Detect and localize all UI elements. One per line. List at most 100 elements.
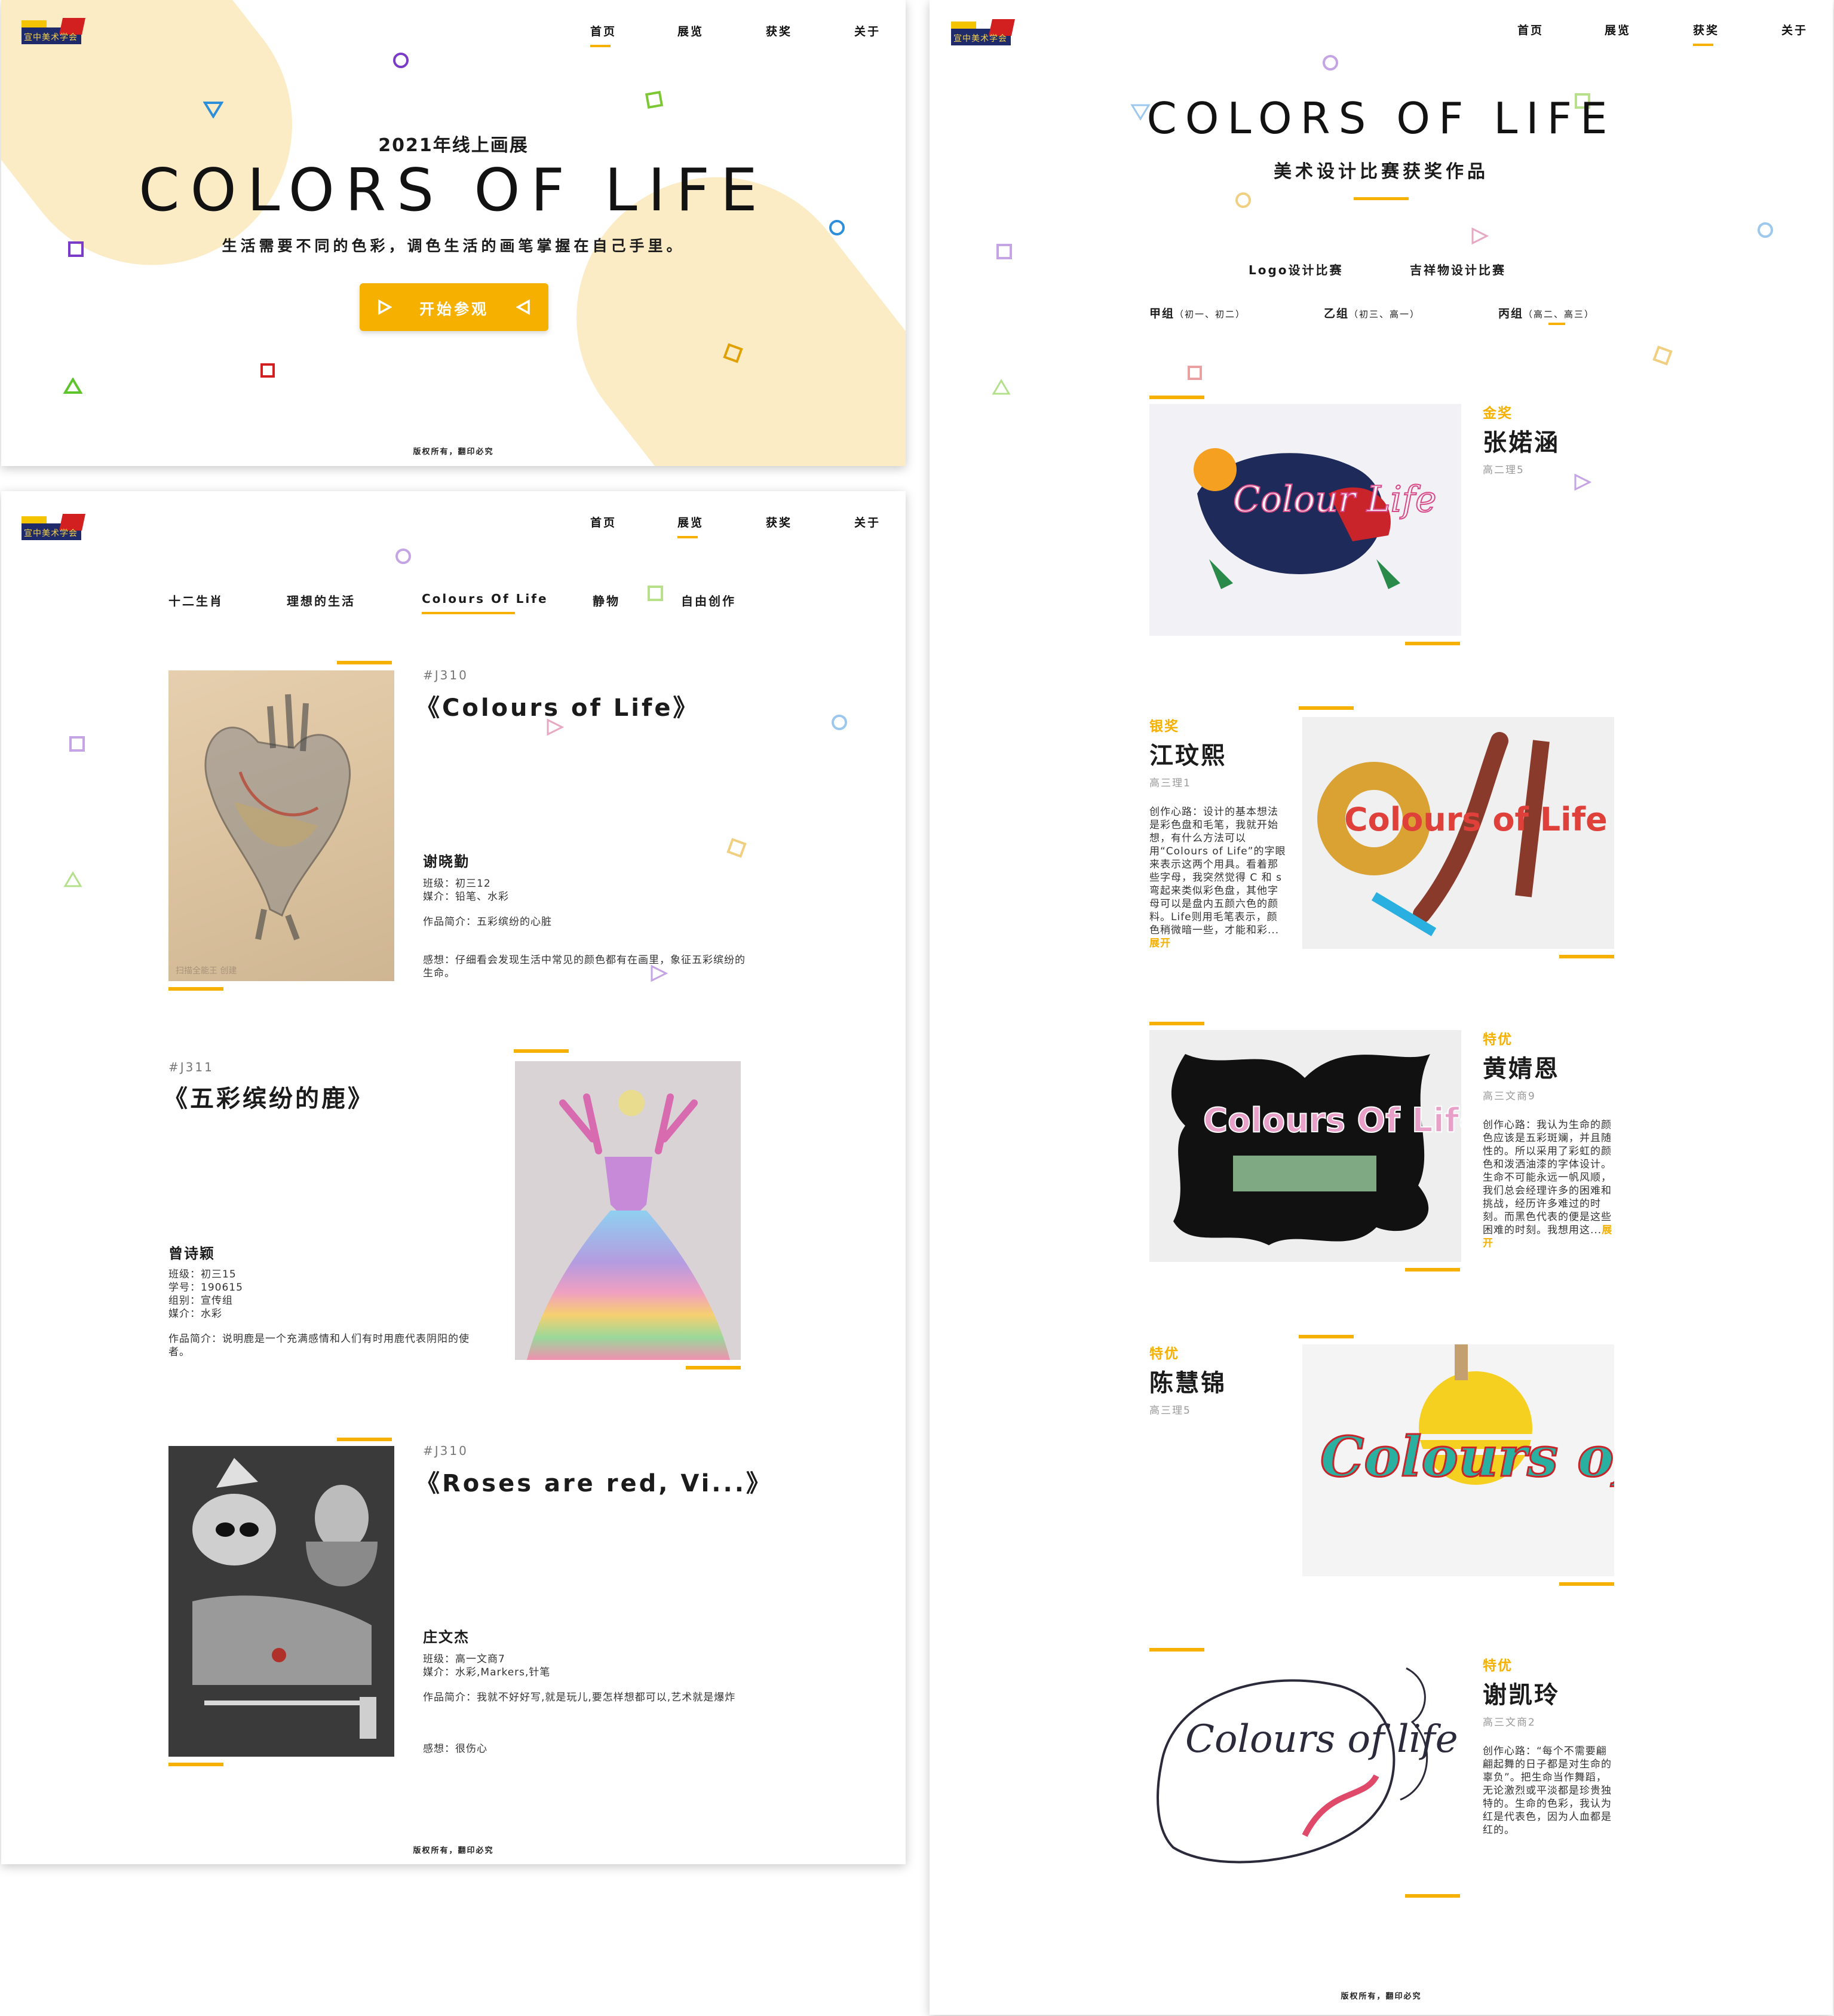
site-logo[interactable]: 宣中美术学会 [951, 18, 1016, 51]
artwork-code: #J310 [423, 1444, 468, 1458]
artist-name: 曾诗颖 [168, 1245, 215, 1262]
home-page-panel: 宣中美术学会 首页 展览 获奖 关于 2021年线上画展 COLORS OF L… [1, 0, 906, 466]
artwork-code: #J310 [423, 668, 468, 682]
awards-page-panel: 宣中美术学会 首页 展览 获奖 关于 COLORS OF LIFE 美术设计比赛… [930, 0, 1833, 2015]
deer-drawing [527, 1090, 730, 1360]
footer-copyright: 版权所有，翻印必究 [413, 1846, 494, 1855]
square-icon [648, 586, 663, 601]
square-icon [726, 838, 747, 858]
footer-copyright: 版权所有，翻印必究 [413, 448, 494, 456]
artwork-title: 《Roses are red, Vi...》 [416, 1470, 772, 1497]
nav-home[interactable]: 首页 [590, 514, 617, 530]
logo-text: 宣中美术学会 [953, 34, 1007, 44]
heart-drawing [204, 694, 351, 940]
category-tab-still-life[interactable]: 静物 [593, 592, 620, 609]
nav-home[interactable]: 首页 [1517, 22, 1544, 38]
winner-name: 谢凯玲 [1483, 1681, 1560, 1709]
accent-underline [1149, 396, 1204, 399]
accent-underline [168, 987, 223, 991]
artwork-image-heart[interactable]: 扫描全能王 创建 [168, 670, 394, 981]
play-left-icon [516, 299, 530, 315]
awards-subtitle: 美术设计比赛获奖作品 [1274, 161, 1489, 182]
circle-icon [1758, 222, 1773, 238]
winner-class: 高三理1 [1149, 777, 1191, 789]
nav-home[interactable]: 首页 [590, 23, 617, 47]
winner-class: 高三文商9 [1483, 1090, 1536, 1102]
nav-exhibition[interactable]: 展览 [677, 23, 704, 39]
winner-logo-image-1[interactable]: Colour Life [1149, 404, 1461, 636]
expand-link[interactable]: 展开 [1149, 937, 1171, 949]
tab-group-c[interactable]: 丙组（高二、高三） [1498, 305, 1594, 325]
artwork-image-roses[interactable] [168, 1446, 394, 1757]
logo-art-text: Colours of Life [1344, 801, 1608, 838]
active-tab-indicator [1548, 323, 1565, 325]
colours-of-life-calligraphy-logo: Colours of life [1157, 1667, 1458, 1864]
artwork-code: #J311 [168, 1060, 214, 1074]
accent-underline [686, 1366, 741, 1369]
tab-mascot-competition[interactable]: 吉祥物设计比赛 [1410, 261, 1506, 278]
nav-exhibition[interactable]: 展览 [677, 514, 704, 538]
category-tab-zodiac[interactable]: 十二生肖 [168, 592, 223, 609]
triangle-icon [63, 871, 82, 887]
winner-class: 高三文商2 [1483, 1717, 1536, 1729]
nav-about[interactable]: 关于 [854, 23, 881, 39]
awards-title: COLORS OF LIFE [1146, 93, 1616, 143]
winner-statement: 创作心路：设计的基本想法是彩色盘和毛笔，我就开始想，有什么方法可以用“Colou… [1149, 806, 1286, 949]
roses-drawing [168, 1446, 394, 1757]
square-icon [1188, 366, 1202, 380]
triangle-icon [1471, 227, 1489, 245]
artist-class: 班级：初三12 [423, 878, 491, 890]
winner-logo-image-4[interactable]: Colours of life [1302, 1344, 1614, 1576]
start-tour-button[interactable]: 开始参观 [360, 283, 548, 331]
accent-underline [1299, 706, 1354, 710]
tab-group-b[interactable]: 乙组（初三、高一） [1324, 305, 1420, 321]
site-logo[interactable]: 宣中美术学会 [22, 17, 86, 50]
accent-underline [1149, 1022, 1204, 1025]
category-tab-free-creation[interactable]: 自由创作 [681, 592, 736, 609]
hero-description: 生活需要不同的色彩，调色生活的画笔掌握在自己手里。 [222, 237, 685, 255]
square-icon [1652, 345, 1673, 366]
accent-underline [168, 1763, 223, 1766]
triangle-icon [63, 378, 82, 394]
nav-exhibition[interactable]: 展览 [1605, 22, 1631, 38]
accent-underline [1405, 642, 1460, 645]
logo-art-text: Colours of life [1185, 1717, 1458, 1761]
winner-name: 江玟熙 [1149, 742, 1226, 770]
artwork-medium: 媒介：水彩,Markers,针笔 [423, 1666, 551, 1678]
artwork-intro: 作品简介：说明鹿是一个充满感情和人们有时用鹿代表阴阳的使者。 [168, 1333, 470, 1358]
circle-icon [1235, 192, 1251, 208]
tab-group-a[interactable]: 甲组（初一、初二） [1149, 305, 1246, 321]
square-icon [260, 363, 275, 378]
artist-class: 班级：初三15 [168, 1269, 237, 1280]
winner-logo-image-3[interactable]: Colours Of Life [1149, 1030, 1461, 1262]
winner-class: 高三理5 [1149, 1405, 1191, 1417]
site-logo[interactable]: 宣中美术学会 [22, 513, 86, 546]
circle-icon [1323, 55, 1338, 71]
accent-underline [337, 661, 392, 664]
accent-underline [1354, 197, 1409, 200]
artwork-image-deer[interactable] [515, 1061, 741, 1360]
nav-awards[interactable]: 获奖 [766, 23, 792, 39]
winner-logo-image-2[interactable]: Colours of Life [1302, 717, 1614, 949]
artwork-medium: 媒介：铅笔、水彩 [423, 891, 509, 903]
winner-name: 黄婧恩 [1483, 1055, 1560, 1083]
accent-underline [514, 1049, 569, 1053]
tab-logo-competition[interactable]: Logo设计比赛 [1249, 261, 1344, 278]
winner-class: 高二理5 [1483, 464, 1525, 476]
winner-name: 陈慧锦 [1149, 1369, 1226, 1397]
winner-logo-image-5[interactable]: Colours of life [1149, 1656, 1461, 1888]
nav-about[interactable]: 关于 [854, 514, 881, 530]
nav-awards[interactable]: 获奖 [1693, 22, 1719, 46]
artist-name: 谢晓勤 [423, 853, 470, 870]
artwork-thoughts: 感想：很伤心 [423, 1743, 487, 1755]
square-icon [996, 244, 1012, 259]
colours-of-life-logo: Colours of Life [1317, 732, 1608, 936]
nav-about[interactable]: 关于 [1781, 22, 1808, 38]
artwork-thoughts: 感想：仔细看会发现生活中常见的颜色都有在画里，象征五彩缤纷的生命。 [423, 954, 746, 979]
category-tab-colours-of-life[interactable]: Colours Of Life [422, 592, 548, 614]
accent-underline [1299, 1335, 1354, 1338]
nav-awards[interactable]: 获奖 [766, 514, 792, 530]
category-tab-ideal-life[interactable]: 理想的生活 [287, 592, 355, 609]
artist-group: 组别：宣传组 [168, 1295, 233, 1307]
logo-art-text: Colour Life [1233, 479, 1437, 520]
